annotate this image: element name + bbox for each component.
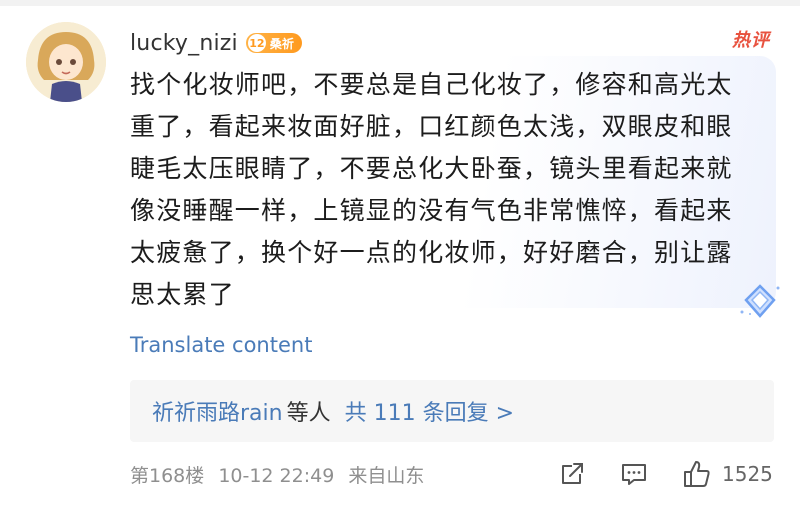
timestamp: 10-12 22:49 [218, 464, 335, 487]
level-title: 桑祈 [269, 36, 294, 51]
translate-link[interactable]: Translate content [130, 333, 312, 357]
floor-number: 第168楼 [130, 464, 205, 487]
comment-meta: 第168楼 10-12 22:49 来自山东 [130, 460, 424, 488]
comment-icon [622, 464, 646, 485]
hot-comment-tag: 热评 [732, 30, 770, 51]
location: 来自山东 [348, 464, 425, 487]
reply-user-names[interactable]: 祈祈雨路rain [152, 395, 283, 427]
avatar-image [26, 22, 106, 102]
comment-text[interactable]: 找个化妆师吧，不要总是自己化妆了，修容和高光太重了，看起来妆面好脏，口红颜色太浅… [130, 64, 750, 316]
level-number: 12 [247, 34, 266, 52]
like-count: 1525 [722, 462, 773, 486]
share-button[interactable] [558, 459, 586, 489]
reply-etc-label: 等人 [286, 401, 331, 426]
share-icon [562, 463, 583, 484]
thumbs-up-icon [684, 461, 710, 487]
diamond-icon [740, 284, 780, 318]
level-badge[interactable]: 12 桑祈 [245, 33, 302, 53]
username[interactable]: lucky_nizi [130, 31, 238, 56]
reply-count-link[interactable]: 共 111 条回复 > [345, 395, 514, 427]
comment-header: lucky_nizi 12 桑祈 [130, 28, 302, 58]
like-button[interactable]: 1525 [682, 459, 773, 489]
replies-preview[interactable]: 祈祈雨路rain 等人 共 111 条回复 > [130, 380, 774, 442]
comment-button[interactable] [620, 459, 648, 489]
top-divider [0, 0, 800, 6]
avatar[interactable] [26, 22, 106, 102]
